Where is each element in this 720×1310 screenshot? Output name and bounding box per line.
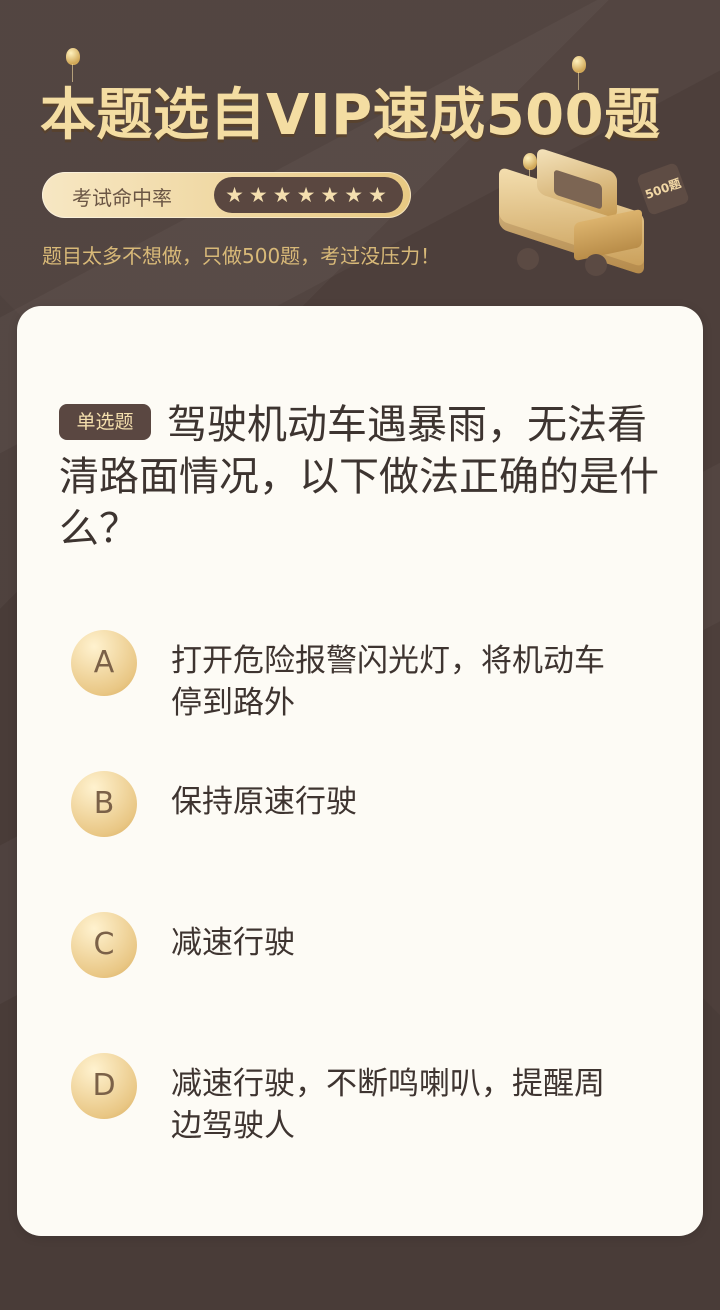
question-block: 单选题 驾驶机动车遇暴雨，无法看清路面情况，以下做法正确的是什么？: [59, 399, 669, 555]
option-text-d[interactable]: 减速行驶，不断鸣喇叭，提醒周边驾驶人: [171, 1063, 631, 1147]
rating-stars: ★★★★★★★: [214, 177, 403, 213]
option-text-c[interactable]: 减速行驶: [171, 922, 631, 964]
question-card: 单选题 驾驶机动车遇暴雨，无法看清路面情况，以下做法正确的是什么？ A 打开危险报…: [17, 306, 703, 1236]
question-type-badge: 单选题: [59, 404, 151, 440]
option-text-b[interactable]: 保持原速行驶: [171, 781, 631, 823]
hit-rate-label: 考试命中率: [72, 186, 172, 210]
wheel-icon: [517, 248, 539, 270]
option-letter-a[interactable]: A: [71, 630, 137, 696]
wheel-icon: [585, 254, 607, 276]
promo-header: 本题选自VIP速成500题 考试命中率 ★★★★★★★ 题目太多不想做，只做50…: [0, 0, 720, 305]
car-illustration: 500题: [482, 120, 702, 290]
500-question-badge: 500题: [636, 162, 690, 216]
promo-subtitle: 题目太多不想做，只做500题，考过没压力！: [42, 244, 441, 268]
option-letter-b[interactable]: B: [71, 771, 137, 837]
exam-hit-rate-pill: 考试命中率 ★★★★★★★: [42, 172, 411, 218]
option-text-a[interactable]: 打开危险报警闪光灯，将机动车停到路外: [171, 640, 631, 724]
option-letter-d[interactable]: D: [71, 1053, 137, 1119]
option-letter-c[interactable]: C: [71, 912, 137, 978]
balloon-icon: [66, 48, 80, 82]
